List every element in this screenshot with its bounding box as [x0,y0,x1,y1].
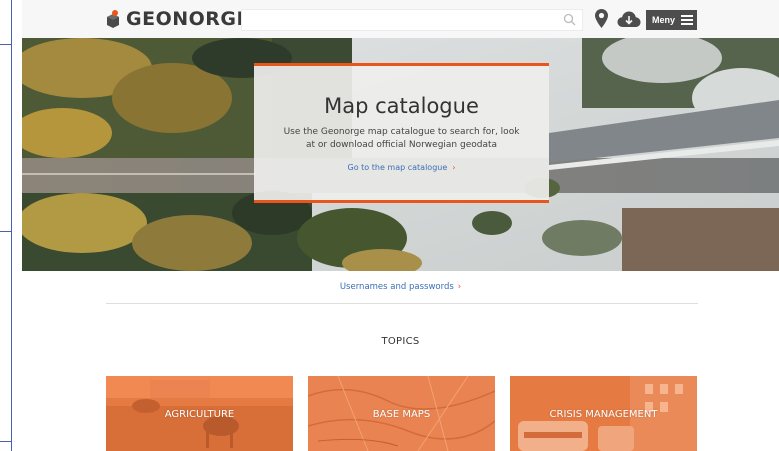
hamburger-menu-icon [681,15,694,25]
topics-heading: TOPICS [381,336,420,347]
chevron-right-icon: › [452,163,456,172]
map-catalogue-link[interactable]: Go to the map catalogue › [254,163,549,172]
logo-text: GEONORGE [126,8,250,30]
frame-edge-line [11,0,12,451]
topic-tile-agriculture[interactable]: AGRICULTURE [106,376,293,451]
hero-banner: Map catalogue Use the Geonorge map catal… [22,38,779,271]
topic-tile-base-maps[interactable]: BASE MAPS [308,376,495,451]
hero-title: Map catalogue [324,94,479,118]
page: GEONORGE Meny Map catalogue Use the Geon… [22,0,779,451]
usernames-passwords-link[interactable]: Usernames and passwords › [22,282,779,292]
search-icon[interactable] [563,13,576,31]
hero-description: Use the Geonorge map catalogue to search… [283,127,520,150]
topic-label: AGRICULTURE [164,409,235,420]
menu-label: Meny [652,15,676,25]
frame-tick [0,441,11,442]
section-divider [106,303,698,304]
topic-label: BASE MAPS [372,409,431,420]
frame-tick [0,231,11,232]
cloud-download-icon[interactable] [617,10,641,33]
map-pin-icon[interactable] [595,9,608,33]
map-catalogue-link-label: Go to the map catalogue [347,163,448,172]
search-input[interactable] [241,9,583,31]
frame-tick [0,44,11,45]
usernames-passwords-label: Usernames and passwords [339,282,454,292]
chevron-right-icon: › [457,282,462,292]
hero-card: Map catalogue Use the Geonorge map catal… [254,63,549,203]
menu-button[interactable]: Meny [646,10,697,30]
topic-tile-crisis-management[interactable]: CRISIS MANAGEMENT [510,376,697,451]
topic-label: CRISIS MANAGEMENT [549,409,658,420]
site-logo[interactable]: GEONORGE [106,8,250,30]
site-header: GEONORGE Meny [22,0,779,38]
logo-icon [106,10,120,28]
